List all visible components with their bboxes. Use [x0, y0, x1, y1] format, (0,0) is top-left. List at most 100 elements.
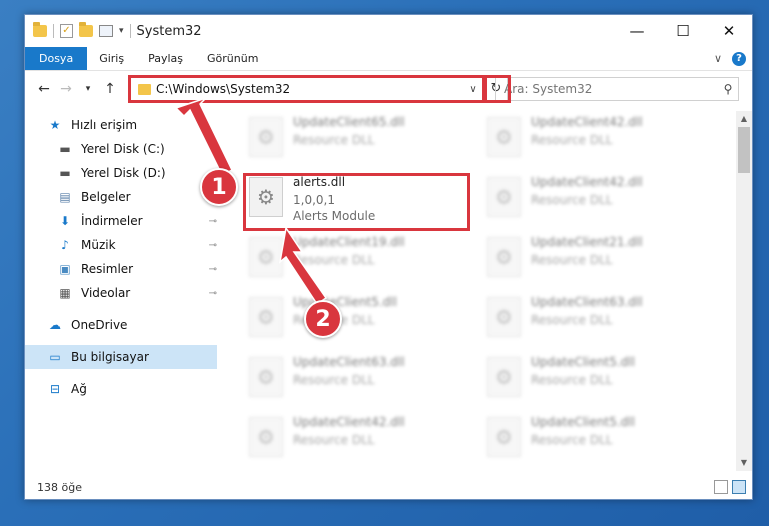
minimize-button[interactable]: —: [614, 15, 660, 47]
file-tile[interactable]: ⚙ UpdateClient5.dll Resource DLL: [245, 291, 475, 347]
step-2-badge: 2: [304, 300, 342, 338]
file-name: UpdateClient42.dll: [531, 175, 643, 189]
cloud-icon: ☁: [49, 318, 61, 332]
sidebar-item-drive-c[interactable]: ▬ Yerel Disk (C:) ⊸: [57, 137, 217, 161]
drive-icon: ▬: [59, 166, 71, 180]
forward-arrow-icon[interactable]: →: [55, 81, 77, 97]
pin-icon[interactable]: ⊸: [209, 240, 217, 251]
videos-icon: ▦: [59, 286, 71, 300]
file-tile[interactable]: ⚙ UpdateClient21.dll Resource DLL: [483, 231, 713, 287]
sidebar-item-onedrive[interactable]: ☁ OneDrive: [47, 313, 217, 337]
file-tile[interactable]: ⚙ UpdateClient42.dll Resource DLL: [483, 111, 713, 167]
file-tile[interactable]: ⚙ UpdateClient65.dll Resource DLL: [245, 111, 475, 167]
tab-file[interactable]: Dosya: [25, 47, 88, 70]
pictures-icon: ▣: [59, 262, 71, 276]
dll-file-icon: ⚙: [487, 297, 521, 337]
search-icon[interactable]: ⚲: [718, 82, 738, 96]
scroll-down-icon[interactable]: ▼: [736, 455, 752, 471]
dll-file-icon: ⚙: [249, 417, 283, 457]
status-bar: 138 öğe: [25, 475, 752, 499]
file-highlight: [243, 173, 470, 231]
search-box[interactable]: ⚲: [495, 77, 739, 101]
drive-icon: ▬: [59, 142, 71, 156]
pin-icon[interactable]: ⊸: [209, 216, 217, 227]
pin-icon[interactable]: ⊸: [209, 144, 217, 155]
back-arrow-icon[interactable]: ←: [33, 81, 55, 97]
search-input[interactable]: [504, 82, 718, 96]
divider: [129, 24, 131, 38]
file-description: Resource DLL: [293, 433, 375, 447]
sidebar-item-network[interactable]: ⊟ Ağ: [47, 377, 217, 401]
up-arrow-icon[interactable]: ↑: [99, 81, 121, 97]
file-description: Resource DLL: [531, 193, 613, 207]
file-description: Resource DLL: [293, 253, 375, 267]
help-icon[interactable]: ?: [732, 51, 746, 66]
file-description: Resource DLL: [293, 133, 375, 147]
file-tile[interactable]: ⚙ UpdateClient19.dll Resource DLL: [245, 231, 475, 287]
tab-home[interactable]: Giriş: [87, 47, 136, 70]
sidebar-item-label: Belgeler: [81, 190, 131, 204]
file-tile[interactable]: ⚙ UpdateClient63.dll Resource DLL: [483, 291, 713, 347]
scroll-thumb[interactable]: [738, 127, 750, 173]
sidebar-item-label: Resimler: [81, 262, 134, 276]
sidebar-item-music[interactable]: ♪ Müzik ⊸: [57, 233, 217, 257]
tab-share[interactable]: Paylaş: [136, 47, 195, 70]
file-name: UpdateClient42.dll: [531, 115, 643, 129]
sidebar-item-label: OneDrive: [71, 318, 128, 332]
folder-icon: [33, 22, 47, 37]
properties-check-icon[interactable]: ✓: [60, 24, 73, 38]
sidebar-item-pictures[interactable]: ▣ Resimler ⊸: [57, 257, 217, 281]
close-button[interactable]: ✕: [706, 15, 752, 47]
dll-file-icon: ⚙: [249, 357, 283, 397]
step-1-badge: 1: [200, 168, 238, 206]
tiles-view-icon[interactable]: [732, 480, 746, 494]
sidebar-item-label: Hızlı erişim: [71, 118, 138, 132]
file-tile[interactable]: ⚙ UpdateClient5.dll Resource DLL: [483, 411, 713, 467]
dll-file-icon: ⚙: [487, 117, 521, 157]
expand-ribbon-icon[interactable]: ∨: [714, 52, 722, 65]
file-name: UpdateClient63.dll: [293, 355, 405, 369]
file-name: UpdateClient65.dll: [293, 115, 405, 129]
scroll-up-icon[interactable]: ▲: [736, 111, 752, 127]
ribbon-tabs: Dosya Giriş Paylaş Görünüm ∨ ?: [25, 47, 752, 71]
file-description: Resource DLL: [531, 133, 613, 147]
file-description: Resource DLL: [531, 313, 613, 327]
quick-access-toolbar: ✓ ▾: [33, 22, 131, 38]
sidebar-item-label: Yerel Disk (D:): [81, 166, 166, 180]
dll-file-icon: ⚙: [487, 357, 521, 397]
sidebar-item-documents[interactable]: ▤ Belgeler: [57, 185, 217, 209]
download-icon: ⬇: [59, 214, 71, 228]
chevron-down-icon[interactable]: ▾: [119, 26, 124, 36]
sidebar-item-drive-d[interactable]: ▬ Yerel Disk (D:): [57, 161, 217, 185]
file-tile[interactable]: ⚙ UpdateClient63.dll Resource DLL: [245, 351, 475, 407]
navigation-pane: ★ Hızlı erişim ▬ Yerel Disk (C:) ⊸ ▬ Yer…: [25, 111, 217, 471]
file-name: UpdateClient5.dll: [531, 355, 635, 369]
file-name: UpdateClient63.dll: [531, 295, 643, 309]
file-tile[interactable]: ⚙ UpdateClient5.dll Resource DLL: [483, 351, 713, 407]
sidebar-item-videos[interactable]: ▦ Videolar ⊸: [57, 281, 217, 305]
vertical-scrollbar[interactable]: ▲ ▼: [736, 111, 752, 471]
sidebar-item-label: İndirmeler: [81, 214, 143, 228]
sidebar-item-downloads[interactable]: ⬇ İndirmeler ⊸: [57, 209, 217, 233]
details-view-icon[interactable]: [714, 480, 728, 494]
file-description: Resource DLL: [293, 373, 375, 387]
music-icon: ♪: [61, 238, 69, 252]
file-tile[interactable]: ⚙ UpdateClient42.dll Resource DLL: [483, 171, 713, 227]
sidebar-item-quick-access[interactable]: ★ Hızlı erişim: [47, 113, 217, 137]
file-description: Resource DLL: [531, 253, 613, 267]
customize-icon[interactable]: [99, 25, 113, 37]
file-description: Resource DLL: [531, 433, 613, 447]
maximize-button[interactable]: ☐: [660, 15, 706, 47]
pin-icon[interactable]: ⊸: [209, 288, 217, 299]
file-list: ⚙ UpdateClient65.dll Resource DLL ⚙ Upda…: [223, 111, 735, 471]
refresh-highlight: [484, 75, 511, 103]
new-folder-icon[interactable]: [79, 22, 93, 37]
file-tile[interactable]: ⚙ UpdateClient42.dll Resource DLL: [245, 411, 475, 467]
recent-locations-icon[interactable]: ▾: [77, 84, 99, 94]
address-highlight: [128, 75, 485, 103]
sidebar-item-this-pc[interactable]: ▭ Bu bilgisayar: [25, 345, 217, 369]
computer-icon: ▭: [49, 350, 61, 364]
tab-view[interactable]: Görünüm: [195, 47, 270, 70]
sidebar-item-label: Yerel Disk (C:): [81, 142, 165, 156]
pin-icon[interactable]: ⊸: [209, 264, 217, 275]
